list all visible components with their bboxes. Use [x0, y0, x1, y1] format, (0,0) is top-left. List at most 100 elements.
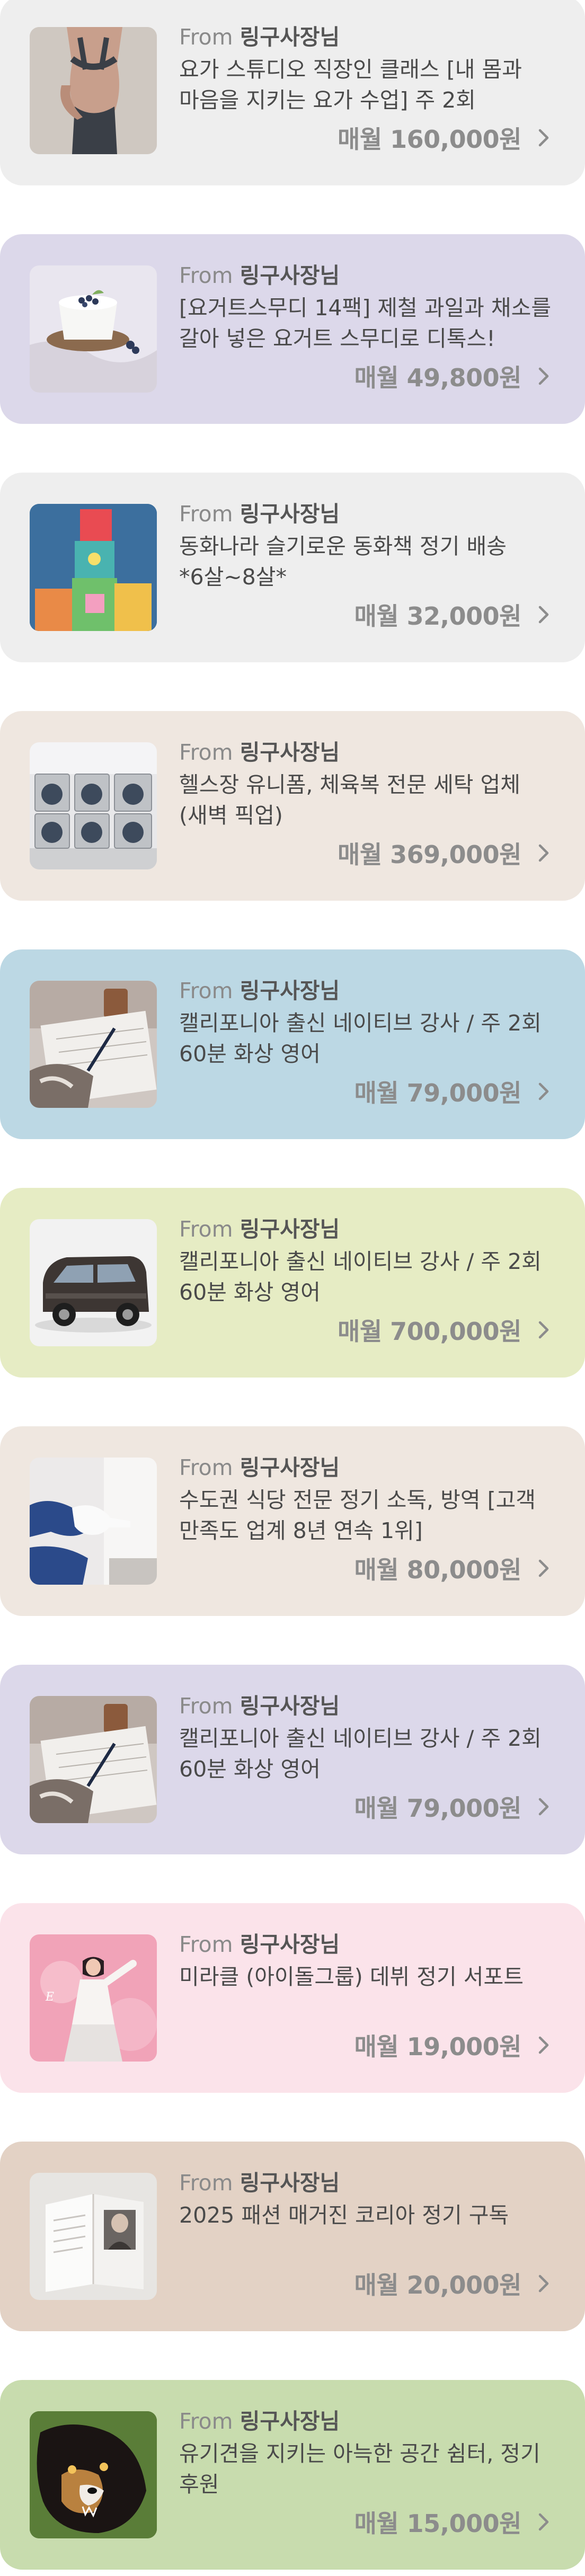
- subscription-card[interactable]: From 링구사장님수도권 식당 전문 정기 소독, 방역 [고객 만족도 업계…: [0, 1426, 585, 1616]
- subscription-title: 캘리포니아 출신 네이티브 강사 / 주 2회 60분 화상 영어: [179, 1010, 542, 1067]
- sender-name: 링구사장님: [240, 2409, 340, 2434]
- price-row: 매월 79,000원: [354, 1790, 551, 1824]
- sender-name: 링구사장님: [240, 1932, 340, 1957]
- subscription-thumbnail: [30, 2173, 157, 2300]
- subscription-card[interactable]: From 링구사장님 캘리포니아 출신 네이티브 강사 / 주 2회 60분 화상…: [0, 1665, 585, 1854]
- sender-name: 링구사장님: [240, 740, 340, 765]
- subscription-thumbnail: [30, 265, 157, 393]
- from-label: From: [179, 2170, 233, 2196]
- from-label: From: [179, 978, 233, 1003]
- monthly-price: 매월 20,000원: [354, 2271, 522, 2299]
- subscription-thumbnail: [30, 27, 157, 154]
- monthly-price: 매월 80,000원: [354, 1556, 522, 1584]
- price-row: 매월 20,000원: [354, 2267, 551, 2300]
- chevron-right-icon[interactable]: [536, 366, 551, 387]
- chevron-right-icon[interactable]: [536, 2511, 551, 2533]
- subscription-info: From 링구사장님요가 스튜디오 직장인 클래스 [내 몸과 마음을 지키는 …: [179, 22, 555, 116]
- chevron-right-icon[interactable]: [536, 1319, 551, 1340]
- from-line: From 링구사장님: [179, 2168, 555, 2198]
- subscription-info: From 링구사장님동화나라 슬기로운 동화책 정기 배송 *6살~8살*: [179, 499, 555, 592]
- from-label: From: [179, 1455, 233, 1480]
- subscription-info: From 링구사장님 [요거트스무디 14팩] 제철 과일과 채소를 갈아 넣은 …: [179, 261, 555, 354]
- subscription-card[interactable]: From 링구사장님요가 스튜디오 직장인 클래스 [내 몸과 마음을 지키는 …: [0, 0, 585, 185]
- sender-name: 링구사장님: [240, 978, 340, 1003]
- sender-name: 링구사장님: [240, 1216, 340, 1242]
- subscription-info: From 링구사장님 캘리포니아 출신 네이티브 강사 / 주 2회 60분 화상…: [179, 1691, 555, 1784]
- price-row: 매월 369,000원: [338, 836, 551, 870]
- subscription-card[interactable]: From 링구사장님동화나라 슬기로운 동화책 정기 배송 *6살~8살* 매월 …: [0, 473, 585, 662]
- subscription-title: 수도권 식당 전문 정기 소독, 방역 [고객 만족도 업계 8년 연속 1위]: [179, 1487, 536, 1543]
- chevron-right-icon[interactable]: [536, 2273, 551, 2294]
- price-row: 매월 15,000원: [354, 2505, 551, 2539]
- subscription-card[interactable]: From 링구사장님 캘리포니아 출신 네이티브 강사 / 주 2회 60분 화상…: [0, 1188, 585, 1378]
- subscription-card[interactable]: From 링구사장님 2025 패션 매거진 코리아 정기 구독매월 20,000…: [0, 2142, 585, 2331]
- subscription-card[interactable]: From 링구사장님유기견을 지키는 아늑한 공간 쉼터, 정기 후원매월 15…: [0, 2380, 585, 2570]
- svg-text:E: E: [45, 1991, 54, 2004]
- chevron-right-icon[interactable]: [536, 842, 551, 864]
- from-label: From: [179, 24, 233, 50]
- subscription-title: 요가 스튜디오 직장인 클래스 [내 몸과 마음을 지키는 요가 수업] 주 2…: [179, 57, 522, 113]
- subscription-title: 2025 패션 매거진 코리아 정기 구독: [179, 2202, 509, 2228]
- subscription-info: From 링구사장님캘리포니아 출신 네이티브 강사 / 주 2회 60분 화상…: [179, 976, 555, 1069]
- subscription-thumbnail: [30, 981, 157, 1108]
- price-row: 매월 80,000원: [354, 1551, 551, 1585]
- sender-name: 링구사장님: [240, 2170, 340, 2196]
- subscription-thumbnail: [30, 1458, 157, 1585]
- subscription-thumbnail: [30, 742, 157, 869]
- subscription-info: From 링구사장님유기견을 지키는 아늑한 공간 쉼터, 정기 후원: [179, 2406, 555, 2500]
- subscription-title: 유기견을 지키는 아늑한 공간 쉼터, 정기 후원: [179, 2441, 540, 2497]
- from-line: From 링구사장님: [179, 1214, 555, 1244]
- from-line: From 링구사장님: [179, 1930, 555, 1959]
- subscription-thumbnail: [30, 1696, 157, 1823]
- from-label: From: [179, 2409, 233, 2434]
- monthly-price: 매월 49,800원: [354, 363, 522, 392]
- chevron-right-icon[interactable]: [536, 1081, 551, 1102]
- subscription-thumbnail: [30, 2411, 157, 2538]
- from-line: From 링구사장님: [179, 1453, 555, 1482]
- monthly-price: 매월 15,000원: [354, 2509, 522, 2538]
- price-row: 매월 79,000원: [354, 1074, 551, 1108]
- from-line: From 링구사장님: [179, 976, 555, 1006]
- subscription-info: From 링구사장님 캘리포니아 출신 네이티브 강사 / 주 2회 60분 화상…: [179, 1214, 555, 1308]
- subscription-info: From 링구사장님수도권 식당 전문 정기 소독, 방역 [고객 만족도 업계…: [179, 1453, 555, 1546]
- chevron-right-icon[interactable]: [536, 1558, 551, 1579]
- from-label: From: [179, 501, 233, 527]
- sender-name: 링구사장님: [240, 1693, 340, 1719]
- sender-name: 링구사장님: [240, 1455, 340, 1480]
- subscription-thumbnail: E: [30, 1934, 157, 2062]
- subscription-card[interactable]: From 링구사장님헬스장 유니폼, 체육복 전문 세탁 업체 (새벽 픽업) 매…: [0, 711, 585, 901]
- chevron-right-icon[interactable]: [536, 604, 551, 625]
- subscription-title: 헬스장 유니폼, 체육복 전문 세탁 업체 (새벽 픽업): [179, 772, 520, 828]
- subscription-card[interactable]: E From 링구사장님미라클 (아이돌그룹) 데뷔 정기 서포트매월 19,00…: [0, 1903, 585, 2093]
- from-label: From: [179, 740, 233, 765]
- subscription-card[interactable]: From 링구사장님캘리포니아 출신 네이티브 강사 / 주 2회 60분 화상…: [0, 949, 585, 1139]
- from-label: From: [179, 1693, 233, 1719]
- monthly-price: 매월 160,000원: [338, 125, 522, 154]
- sender-name: 링구사장님: [240, 263, 340, 288]
- chevron-right-icon[interactable]: [536, 2035, 551, 2056]
- subscription-info: From 링구사장님미라클 (아이돌그룹) 데뷔 정기 서포트: [179, 1930, 555, 1992]
- price-row: 매월 32,000원: [354, 598, 551, 632]
- monthly-price: 매월 32,000원: [354, 602, 522, 630]
- monthly-price: 매월 700,000원: [338, 1317, 522, 1346]
- subscription-info: From 링구사장님 2025 패션 매거진 코리아 정기 구독: [179, 2168, 555, 2231]
- monthly-price: 매월 79,000원: [354, 1079, 522, 1107]
- from-line: From 링구사장님: [179, 1691, 555, 1721]
- monthly-price: 매월 79,000원: [354, 1794, 522, 1823]
- subscription-card[interactable]: From 링구사장님 [요거트스무디 14팩] 제철 과일과 채소를 갈아 넣은 …: [0, 234, 585, 424]
- sender-name: 링구사장님: [240, 24, 340, 50]
- sender-name: 링구사장님: [240, 501, 340, 527]
- monthly-price: 매월 369,000원: [338, 840, 522, 869]
- from-label: From: [179, 263, 233, 288]
- price-row: 매월 160,000원: [338, 121, 551, 155]
- chevron-right-icon[interactable]: [536, 127, 551, 148]
- subscription-title: 동화나라 슬기로운 동화책 정기 배송 *6살~8살*: [179, 534, 507, 590]
- subscription-title: [요거트스무디 14팩] 제철 과일과 채소를 갈아 넣은 요거트 스무디로 디…: [179, 295, 552, 351]
- from-label: From: [179, 1216, 233, 1242]
- subscription-title: 미라클 (아이돌그룹) 데뷔 정기 서포트: [179, 1964, 524, 1989]
- chevron-right-icon[interactable]: [536, 1796, 551, 1817]
- monthly-price: 매월 19,000원: [354, 2032, 522, 2061]
- price-row: 매월 19,000원: [354, 2028, 551, 2062]
- subscription-thumbnail: [30, 1219, 157, 1346]
- price-row: 매월 700,000원: [338, 1313, 551, 1347]
